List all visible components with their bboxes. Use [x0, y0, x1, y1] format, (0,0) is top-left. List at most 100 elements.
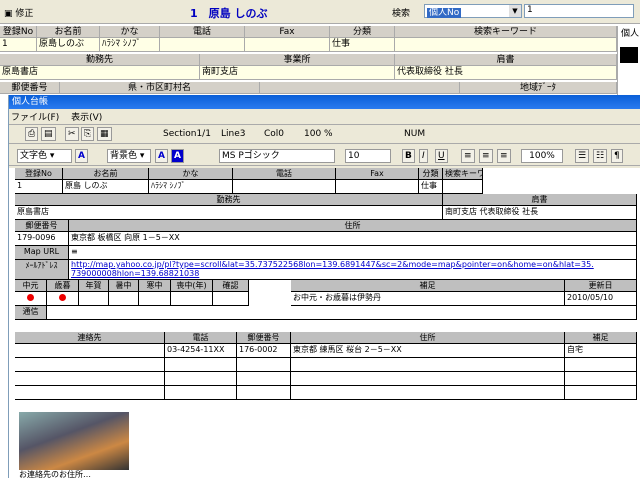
t4-cell[interactable] — [237, 372, 291, 386]
text-color-select[interactable]: 文字色 ▾ — [17, 149, 72, 163]
t3-cell[interactable] — [139, 292, 171, 306]
addr-header: 住所 — [69, 220, 637, 232]
t4-cell[interactable] — [565, 386, 637, 400]
preview-icon[interactable]: ▤ — [41, 127, 56, 141]
t4-cell[interactable] — [291, 386, 565, 400]
t2-cell[interactable]: 南町支店 代表取締役 社長 — [443, 206, 637, 220]
align-left-icon[interactable]: ≡ — [461, 149, 475, 163]
addr-cell[interactable]: 東京都 板橋区 向原 1－5－XX — [69, 232, 637, 246]
align-center-icon[interactable]: ≡ — [479, 149, 493, 163]
t1-cell[interactable] — [336, 180, 419, 194]
list-icon[interactable]: ☰ — [575, 149, 590, 163]
bg-color-select[interactable]: 背景色 ▾ — [107, 149, 151, 163]
grid1-header: お名前 — [37, 26, 100, 38]
t4-cell[interactable]: 東京都 練馬区 桜台 2－5－XX — [291, 344, 565, 358]
grid1-header: 検索キーワード — [395, 26, 617, 38]
menu-file[interactable]: ファイル(F) — [11, 113, 59, 123]
grid1-cell[interactable]: 仕事 — [330, 38, 395, 52]
paragraph-icon[interactable]: ¶ — [611, 149, 623, 163]
grid2-cell[interactable]: 南町支店 — [200, 66, 395, 80]
t3-date[interactable]: 2010/05/10 — [565, 292, 637, 306]
bg-color-icon[interactable]: A — [155, 149, 168, 163]
map-cell[interactable]: ≡ — [69, 246, 637, 260]
ledger-title-bar[interactable]: 個人台帳 — [9, 95, 640, 109]
status-section: Section1/1 — [163, 129, 211, 139]
zoom-select[interactable]: 100% — [521, 149, 563, 163]
side-panel: 個人 — [617, 26, 640, 96]
t3-cell[interactable] — [79, 292, 109, 306]
t3-cell[interactable] — [47, 292, 79, 306]
highlight-icon[interactable]: A — [171, 149, 184, 163]
grid1-cell[interactable] — [160, 38, 245, 52]
t4-cell[interactable] — [165, 386, 237, 400]
t1-cell[interactable]: 仕事 — [419, 180, 443, 194]
cut-icon[interactable]: ✂ — [65, 127, 79, 141]
font-select[interactable]: MS Pゴシック — [219, 149, 335, 163]
t3-note[interactable]: お中元・お歳暮は伊勢丹 — [291, 292, 565, 306]
size-select[interactable]: 10 — [345, 149, 391, 163]
grid2-cell[interactable]: 原島書店 — [0, 66, 200, 80]
t4-cell[interactable] — [15, 344, 165, 358]
grid1-cell[interactable]: 1 — [0, 38, 37, 52]
numbered-list-icon[interactable]: ☷ — [593, 149, 608, 163]
grid3-header: 地域ﾃﾞｰﾀ — [460, 82, 617, 94]
search-value-input[interactable]: 1 — [524, 4, 634, 18]
t3-header: 暑中 — [109, 280, 139, 292]
t3-cell[interactable] — [213, 292, 249, 306]
t1-cell[interactable] — [443, 180, 483, 194]
edit-mode-label: ▣ 修正 — [4, 9, 34, 19]
t4-cell[interactable] — [237, 358, 291, 372]
t1-header: かな — [149, 168, 233, 180]
t4-cell[interactable]: 自宅 — [565, 344, 637, 358]
grid2-header: 事業所 — [200, 54, 395, 66]
t4-cell[interactable]: 176-0002 — [237, 344, 291, 358]
chevron-down-icon[interactable]: ▼ — [509, 5, 521, 17]
t4-cell[interactable] — [565, 358, 637, 372]
paste-icon[interactable]: ▦ — [97, 127, 112, 141]
tsushin-cell[interactable] — [47, 306, 637, 320]
t2-cell[interactable]: 原島書店 — [15, 206, 443, 220]
url-cell[interactable]: http://map.yahoo.co.jp/pl?type=scroll&la… — [69, 260, 637, 280]
status-num: NUM — [404, 129, 426, 139]
zip-cell[interactable]: 179-0096 — [15, 232, 69, 246]
t4-cell[interactable] — [165, 358, 237, 372]
t3-header: 更新日 — [565, 280, 637, 292]
t1-cell[interactable]: 1 — [15, 180, 63, 194]
t4-cell[interactable] — [15, 372, 165, 386]
t4-cell[interactable] — [565, 372, 637, 386]
t1-cell[interactable]: ﾊﾗｼﾏ ｼﾉﾌﾞ — [149, 180, 233, 194]
search-field-select[interactable]: 個人No ▼ — [424, 4, 522, 18]
t1-cell[interactable] — [233, 180, 336, 194]
t3-cell[interactable] — [109, 292, 139, 306]
grid2-header: 勤務先 — [0, 54, 200, 66]
t4-cell[interactable] — [15, 358, 165, 372]
print-icon[interactable]: ⎙ — [25, 127, 39, 141]
t4-cell[interactable] — [237, 386, 291, 400]
t3-cell[interactable] — [171, 292, 213, 306]
t3-cell[interactable] — [15, 292, 47, 306]
grid1-cell[interactable]: 原島しのぶ — [37, 38, 100, 52]
t4-header: 補足 — [565, 332, 637, 344]
t4-cell[interactable]: 03-4254-11XX — [165, 344, 237, 358]
t4-cell[interactable] — [165, 372, 237, 386]
t4-cell[interactable] — [291, 358, 565, 372]
grid1-cell[interactable]: ﾊﾗｼﾏ ｼﾉﾌﾞ — [100, 38, 160, 52]
grid1-cell[interactable] — [395, 38, 617, 52]
url-line1[interactable]: http://map.yahoo.co.jp/pl?type=scroll&la… — [71, 260, 634, 269]
t4-cell[interactable] — [291, 372, 565, 386]
underline-button[interactable]: U — [435, 149, 448, 163]
t4-cell[interactable] — [15, 386, 165, 400]
url-line2[interactable]: 739000008hlon=139.68821038 — [71, 269, 634, 278]
grid1-header: 電話 — [160, 26, 245, 38]
t1-cell[interactable]: 原島 しのぶ — [63, 180, 149, 194]
italic-button[interactable]: I — [419, 149, 428, 163]
bold-button[interactable]: B — [402, 149, 415, 163]
grid2-cell[interactable]: 代表取締役 社長 — [395, 66, 617, 80]
text-color-icon[interactable]: A — [75, 149, 88, 163]
grid1-cell[interactable] — [245, 38, 330, 52]
t2-header: 勤務先 — [15, 194, 443, 206]
align-right-icon[interactable]: ≡ — [497, 149, 511, 163]
copy-icon[interactable]: ⎘ — [81, 127, 95, 141]
menu-view[interactable]: 表示(V) — [71, 113, 102, 123]
t1-header: 分類 — [419, 168, 443, 180]
